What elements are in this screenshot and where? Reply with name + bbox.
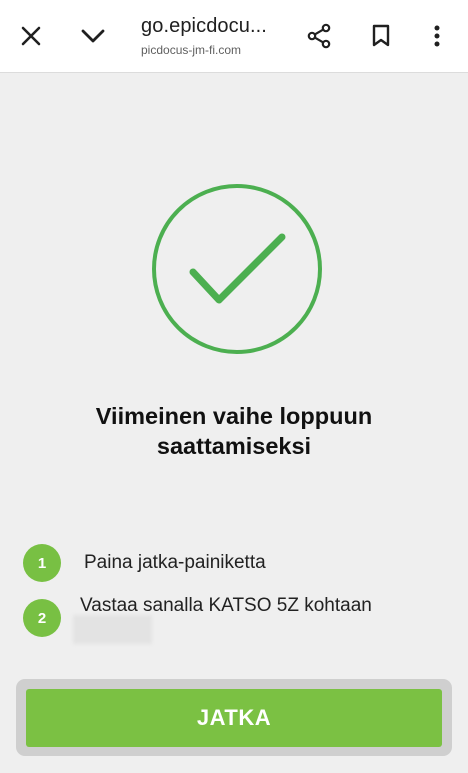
step-text-2: Vastaa sanalla KATSO 5Z kohtaan bbox=[80, 595, 372, 616]
page-title-line-2: saattamiseksi bbox=[156, 433, 312, 459]
page-title-line-1: Viimeinen vaihe loppuun bbox=[95, 403, 373, 429]
collapse-button[interactable] bbox=[73, 16, 113, 56]
close-button[interactable] bbox=[11, 16, 51, 56]
share-icon bbox=[307, 23, 331, 49]
page-title: Viimeinen vaihe loppuun saattamiseksi bbox=[20, 401, 448, 461]
step-number-1: 1 bbox=[23, 544, 61, 582]
bookmark-icon bbox=[372, 24, 390, 47]
share-button[interactable] bbox=[299, 16, 339, 56]
close-icon bbox=[21, 26, 41, 46]
continue-button[interactable]: JATKA bbox=[26, 689, 442, 747]
chevron-down-icon bbox=[81, 29, 105, 43]
url-title[interactable]: go.epicdocu... bbox=[141, 15, 291, 38]
url-subtitle[interactable]: picdocus-jm-fi.com bbox=[141, 43, 291, 57]
step-number-2: 2 bbox=[23, 599, 61, 637]
redacted-text bbox=[73, 615, 152, 644]
success-check-icon bbox=[151, 183, 323, 355]
bookmark-button[interactable] bbox=[361, 16, 401, 56]
more-options-button[interactable] bbox=[417, 16, 457, 56]
more-vert-icon bbox=[434, 25, 440, 47]
browser-toolbar: go.epicdocu... picdocus-jm-fi.com bbox=[0, 0, 468, 73]
step-text-1: Paina jatka-painiketta bbox=[84, 552, 266, 573]
